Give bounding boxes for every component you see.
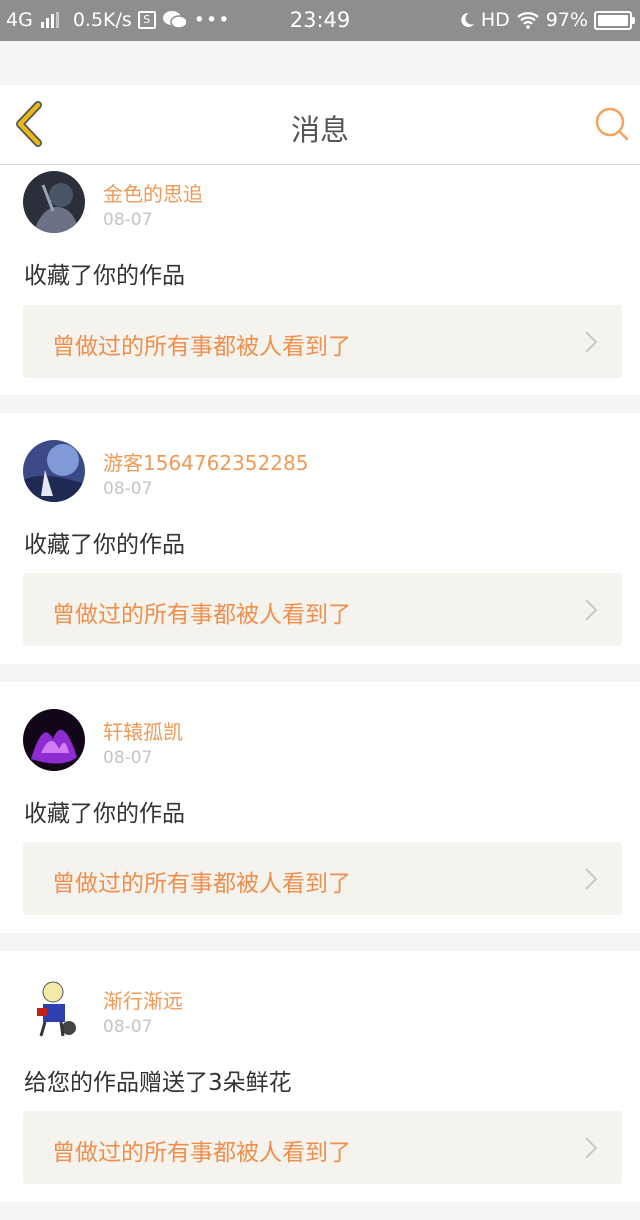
message-action: 收藏了你的作品 [24,801,185,827]
message-action: 收藏了你的作品 [24,263,185,289]
work-title: 曾做过的所有事都被人看到了 [52,871,351,897]
page-title: 消息 [290,113,349,147]
work-title: 曾做过的所有事都被人看到了 [52,334,351,360]
chevron-right-icon [585,599,598,621]
header-bar: 消息 [0,85,640,165]
search-icon[interactable] [593,105,631,143]
battery-icon [594,10,635,30]
work-link[interactable]: 曾做过的所有事都被人看到了 [23,842,622,915]
message-date: 08-07 [103,1017,153,1037]
moon-icon [461,12,474,27]
message-date: 08-07 [103,479,153,499]
avatar[interactable] [23,978,85,1040]
work-title: 曾做过的所有事都被人看到了 [52,602,351,628]
message-list: 金色的思追 08-07 收藏了你的作品 曾做过的所有事都被人看到了 游客1564… [0,165,640,1220]
username[interactable]: 渐行渐远 [103,985,183,1014]
work-link[interactable]: 曾做过的所有事都被人看到了 [23,1111,622,1184]
message-card: 游客1564762352285 08-07 收藏了你的作品 曾做过的所有事都被人… [0,413,640,664]
username[interactable]: 轩辕孤凯 [103,716,183,745]
chevron-right-icon [585,331,598,353]
username[interactable]: 金色的思追 [103,178,203,207]
message-date: 08-07 [103,210,153,230]
wifi-icon [517,12,539,29]
message-card: 轩辕孤凯 08-07 收藏了你的作品 曾做过的所有事都被人看到了 [0,682,640,933]
message-action: 收藏了你的作品 [24,532,185,558]
avatar[interactable] [23,440,85,502]
work-title: 曾做过的所有事都被人看到了 [52,1140,351,1166]
avatar[interactable] [23,171,85,233]
status-bar: 4G 0.5K/s S ••• 23:49 HD 97% [0,0,640,41]
battery-percent: 97% [545,9,588,31]
message-card: 渐行渐远 08-07 给您的作品赠送了3朵鲜花 曾做过的所有事都被人看到了 [0,951,640,1202]
hd-label: HD [480,9,510,31]
work-link[interactable]: 曾做过的所有事都被人看到了 [23,305,622,378]
message-date: 08-07 [103,748,153,768]
work-link[interactable]: 曾做过的所有事都被人看到了 [23,573,622,646]
username[interactable]: 游客1564762352285 [103,447,308,476]
message-card: 金色的思追 08-07 收藏了你的作品 曾做过的所有事都被人看到了 [0,165,640,395]
avatar[interactable] [23,709,85,771]
chevron-right-icon [585,868,598,890]
chevron-right-icon [585,1137,598,1159]
message-action: 给您的作品赠送了3朵鲜花 [24,1070,292,1096]
